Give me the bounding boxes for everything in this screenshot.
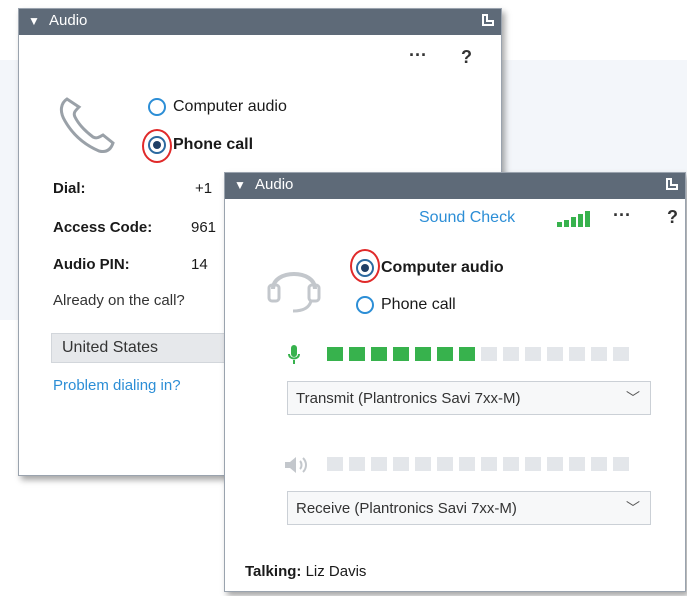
speaker-level-segment bbox=[547, 457, 563, 471]
chevron-down-icon: ﹀ bbox=[626, 390, 640, 406]
receive-device-select[interactable]: Receive (Plantronics Savi 7xx-M) ﹀ bbox=[287, 491, 651, 525]
already-on-call-text: Already on the call? bbox=[53, 292, 185, 309]
mic-level-segment bbox=[349, 347, 365, 361]
help-icon[interactable]: ? bbox=[461, 47, 472, 68]
option-label: Computer audio bbox=[173, 98, 287, 115]
access-code-value: 961 bbox=[191, 219, 217, 236]
option-label: Computer audio bbox=[381, 259, 504, 276]
speaker-level-segment bbox=[481, 457, 497, 471]
speaker-level-segment bbox=[415, 457, 431, 471]
country-select[interactable]: United States bbox=[51, 333, 247, 363]
speaker-level-segment bbox=[503, 457, 519, 471]
chevron-down-icon: ﹀ bbox=[626, 500, 640, 516]
speaker-level-segment bbox=[349, 457, 365, 471]
mic-level-segment bbox=[481, 347, 497, 361]
option-computer-audio[interactable]: Computer audio bbox=[356, 259, 504, 277]
mic-level-segment bbox=[327, 347, 343, 361]
collapse-caret-icon[interactable]: ▼ bbox=[234, 178, 246, 192]
microphone-icon bbox=[288, 345, 300, 364]
mic-level-segment bbox=[613, 347, 629, 361]
radio-phone-call[interactable] bbox=[148, 136, 166, 154]
more-options-icon[interactable]: ··· bbox=[613, 205, 631, 226]
speaker-level-segment bbox=[327, 457, 343, 471]
option-phone-call[interactable]: Phone call bbox=[356, 296, 456, 314]
headset-icon bbox=[267, 272, 321, 313]
speaker-level-segment bbox=[569, 457, 585, 471]
mic-level-segment bbox=[525, 347, 541, 361]
access-code-label: Access Code: bbox=[53, 219, 153, 236]
audio-pin-label: Audio PIN: bbox=[53, 256, 130, 273]
mic-level-segment bbox=[459, 347, 475, 361]
titlebar: ▼ Audio bbox=[225, 173, 685, 199]
panel-title: Audio bbox=[255, 176, 294, 193]
more-options-icon[interactable]: ··· bbox=[409, 45, 427, 66]
radio-computer-audio[interactable] bbox=[356, 259, 374, 277]
collapse-caret-icon[interactable]: ▼ bbox=[28, 14, 40, 28]
mic-level-segment bbox=[591, 347, 607, 361]
audio-pin-value: 14 bbox=[191, 256, 208, 273]
panel-title: Audio bbox=[49, 12, 88, 29]
titlebar: ▼ Audio bbox=[19, 9, 501, 35]
help-icon[interactable]: ? bbox=[667, 207, 678, 228]
popout-icon[interactable] bbox=[666, 178, 678, 190]
speaker-level-segment bbox=[459, 457, 475, 471]
option-phone-call[interactable]: Phone call bbox=[148, 136, 253, 154]
option-label: Phone call bbox=[173, 136, 254, 153]
dial-label: Dial: bbox=[53, 180, 86, 197]
speaker-icon bbox=[285, 457, 307, 473]
mic-level-segment bbox=[415, 347, 431, 361]
speaker-level-segment bbox=[371, 457, 387, 471]
speaker-level-meter bbox=[327, 457, 629, 471]
mic-level-segment bbox=[547, 347, 563, 361]
transmit-device-value: Transmit (Plantronics Savi 7xx-M) bbox=[296, 390, 521, 407]
radio-computer-audio[interactable] bbox=[148, 98, 166, 116]
talking-status: Talking: Liz Davis bbox=[245, 563, 366, 580]
dial-value: +1 bbox=[195, 180, 213, 197]
mic-level-segment bbox=[569, 347, 585, 361]
sound-check-link[interactable]: Sound Check bbox=[419, 209, 515, 227]
popout-icon[interactable] bbox=[482, 14, 494, 26]
signal-strength-icon bbox=[557, 211, 590, 227]
audio-panel-front: ▼ Audio Sound Check ··· ? Computer audio… bbox=[224, 172, 686, 592]
talking-label: Talking: bbox=[245, 563, 302, 580]
option-computer-audio[interactable]: Computer audio bbox=[148, 98, 287, 116]
mic-level-segment bbox=[437, 347, 453, 361]
speaker-level-segment bbox=[613, 457, 629, 471]
mic-level-segment bbox=[393, 347, 409, 361]
mic-level-segment bbox=[503, 347, 519, 361]
speaker-level-segment bbox=[591, 457, 607, 471]
radio-phone-call[interactable] bbox=[356, 296, 374, 314]
problem-dialing-link[interactable]: Problem dialing in? bbox=[53, 377, 181, 394]
speaker-level-segment bbox=[437, 457, 453, 471]
talking-name: Liz Davis bbox=[305, 563, 367, 580]
receive-device-value: Receive (Plantronics Savi 7xx-M) bbox=[296, 500, 517, 517]
transmit-device-select[interactable]: Transmit (Plantronics Savi 7xx-M) ﹀ bbox=[287, 381, 651, 415]
speaker-level-segment bbox=[525, 457, 541, 471]
phone-handset-icon bbox=[59, 97, 115, 153]
option-label: Phone call bbox=[381, 296, 456, 313]
speaker-level-segment bbox=[393, 457, 409, 471]
microphone-level-meter bbox=[327, 347, 629, 361]
mic-level-segment bbox=[371, 347, 387, 361]
